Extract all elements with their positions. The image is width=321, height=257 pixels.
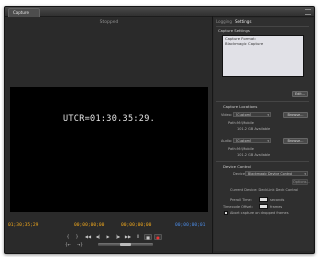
abort-dropped-frames-label: Abort capture on dropped frames <box>230 211 289 215</box>
preroll-label: Preroll Time: <box>230 198 252 202</box>
audio-browse-button[interactable]: Browse... <box>283 138 308 144</box>
video-label: Video: <box>221 113 232 117</box>
fast-forward-icon[interactable]: ▶▶ <box>124 234 132 240</box>
video-browse-button[interactable]: Browse... <box>283 112 308 118</box>
section-divider <box>216 161 309 162</box>
timecode-offset-label: Timecode Offset: <box>223 205 253 209</box>
preroll-input[interactable] <box>259 197 268 202</box>
section-divider <box>216 101 309 102</box>
video-location-dropdown[interactable]: [Custom] <box>233 112 271 117</box>
capture-window: Capture Stopped UTCR=01:30.35:29. 01;30;… <box>4 6 315 254</box>
mark-in-icon[interactable]: { <box>64 234 72 240</box>
device-control-title: Device Control <box>223 164 251 169</box>
timecode-bar: 01;30;35;29 00;00;00;00 00;00;00;00 00;0… <box>7 223 211 231</box>
tab-logging[interactable]: Logging <box>216 19 232 24</box>
shuttle-grip[interactable] <box>120 243 131 246</box>
step-back-icon[interactable]: ◀| <box>94 234 102 240</box>
transport-controls: { } ◀◀ ◀| ▶ |▶ ▶▶ II ■ ● {← →} <box>62 234 182 248</box>
record-icon[interactable]: ● <box>154 234 162 240</box>
audio-path-value: M:\Mobile <box>237 147 254 151</box>
current-timecode[interactable]: 01;30;35;29 <box>8 223 38 228</box>
window-titlebar: Capture <box>5 7 314 17</box>
edit-button[interactable]: Edit... <box>292 91 308 97</box>
capture-settings-title: Capture Settings <box>218 28 250 33</box>
tab-capture[interactable]: Capture <box>8 8 40 17</box>
video-preview: UTCR=01:30.35:29. <box>10 87 208 212</box>
timecode-offset-unit: frames <box>270 205 283 209</box>
video-path-label: Path: <box>228 121 237 125</box>
duration-timecode[interactable]: 00;00;00;01 <box>175 223 205 228</box>
pause-icon[interactable]: II <box>134 234 142 240</box>
tab-settings[interactable]: Settings <box>235 19 251 24</box>
rewind-icon[interactable]: ◀◀ <box>84 234 92 240</box>
goto-in-icon[interactable]: {← <box>64 242 72 248</box>
timecode-offset-input[interactable] <box>259 204 268 209</box>
audio-label: Audio: <box>221 139 233 143</box>
capture-format-value: Blackmagic Capture <box>225 41 264 46</box>
capture-format-box: Capture Format: Blackmagic Capture <box>222 35 304 77</box>
panel-menu-icon[interactable] <box>305 9 311 15</box>
abort-dropped-frames-checkbox[interactable] <box>224 211 228 215</box>
options-button[interactable]: Options... <box>292 179 310 185</box>
mark-out-icon[interactable]: } <box>73 234 81 240</box>
timecode-overlay: UTCR=01:30.35:29. <box>62 114 156 124</box>
audio-location-dropdown[interactable]: [Custom] <box>233 138 271 143</box>
audio-space-available: 101.2 GB Available <box>237 153 271 157</box>
play-icon[interactable]: ▶ <box>104 234 112 240</box>
preroll-unit: seconds <box>270 198 285 202</box>
video-space-available: 101.2 GB Available <box>237 127 271 131</box>
monitor-panel: Stopped UTCR=01:30.35:29. 01;30;35;29 00… <box>7 18 211 251</box>
capture-status: Stopped <box>99 20 119 25</box>
capture-locations-title: Capture Locations <box>223 104 258 109</box>
out-point-timecode[interactable]: 00;00;00;00 <box>121 223 151 228</box>
tab-divider <box>216 26 309 27</box>
jog-shuttle[interactable] <box>98 243 153 246</box>
panel-divider[interactable] <box>212 16 213 253</box>
audio-path-label: Path: <box>228 147 237 151</box>
goto-out-icon[interactable]: →} <box>76 242 84 248</box>
settings-panel: Logging Settings Capture Settings Captur… <box>214 18 313 251</box>
stop-icon[interactable]: ■ <box>144 234 152 240</box>
video-path-value: M:\Mobile <box>237 121 254 125</box>
step-forward-icon[interactable]: |▶ <box>114 234 122 240</box>
device-dropdown[interactable]: Blackmagic Device Control <box>245 171 308 176</box>
in-point-timecode[interactable]: 00;00;00;00 <box>74 223 104 228</box>
current-device-text: Current Device: DeckLink Deck Control <box>230 188 299 192</box>
